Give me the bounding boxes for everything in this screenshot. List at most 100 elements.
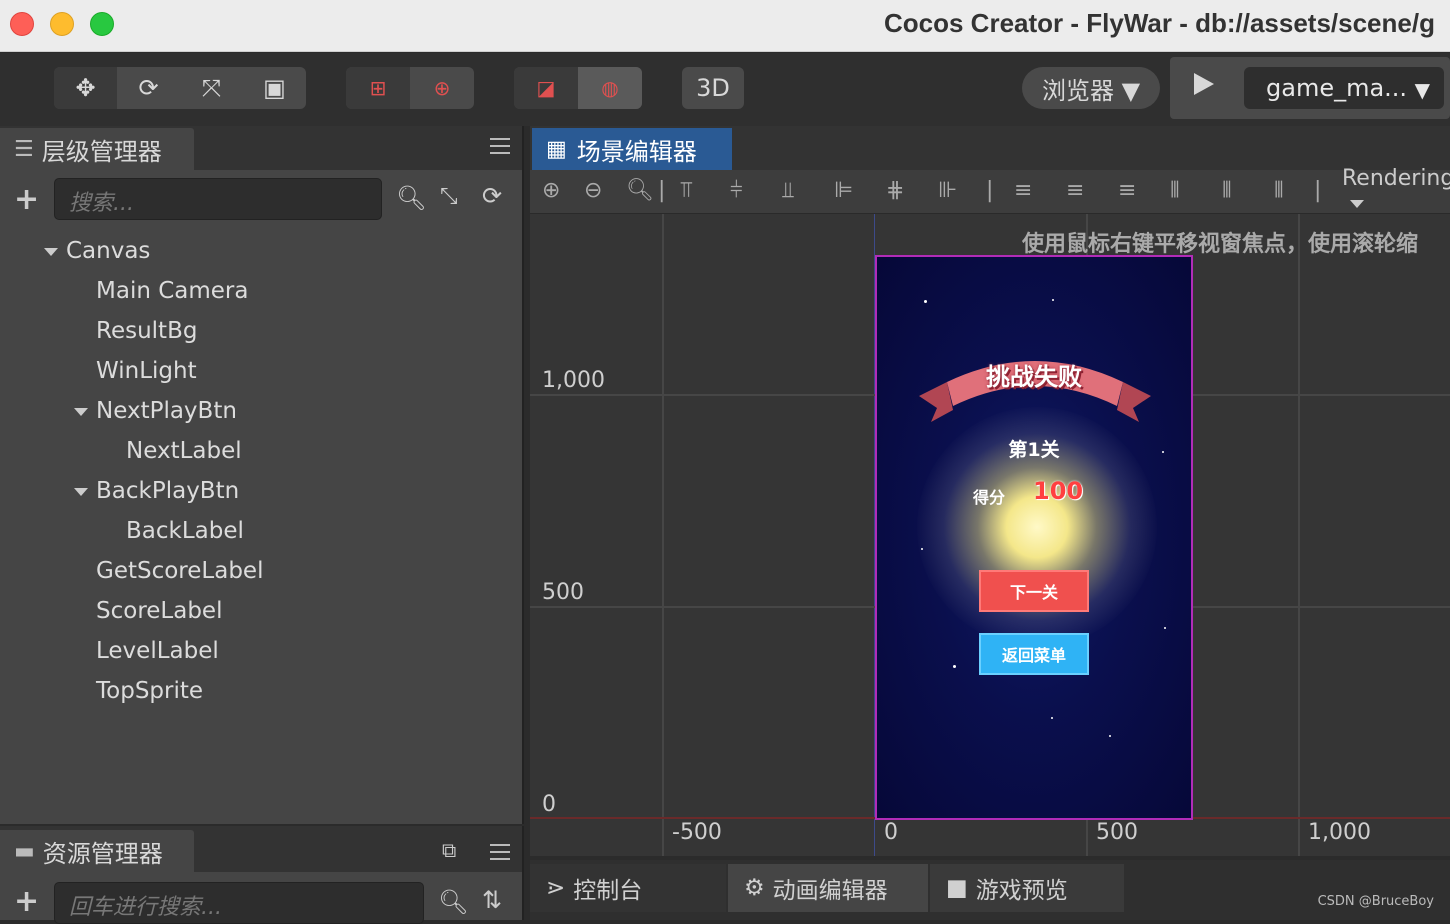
tab-game-preview[interactable]: ■ 游戏预览 <box>930 864 1124 912</box>
distribute-top-icon[interactable]: ≡ <box>1014 178 1032 203</box>
distribute-left-icon[interactable]: ⦀ <box>1170 178 1180 203</box>
global-coord-icon: ◍ <box>601 76 619 100</box>
back-menu-button[interactable]: 返回菜单 <box>979 633 1089 675</box>
local-coord-button[interactable]: ◪ <box>514 67 578 109</box>
window-title: Cocos Creator - FlyWar - db://assets/sce… <box>884 8 1435 38</box>
mode-3d-button[interactable]: 3D <box>682 67 744 109</box>
tree-node[interactable]: GetScoreLabel <box>96 558 263 584</box>
play-icon[interactable] <box>1194 73 1214 95</box>
move-icon: ✥ <box>75 74 96 102</box>
main-toolbar: ✥ ⟳ ⤧ ▣ ⊞ ⊕ ◪ ◍ 3D 浏览器 ▼ game_ma... ▼ <box>0 53 1450 126</box>
minimize-window-button[interactable] <box>50 12 74 36</box>
align-top-icon[interactable]: ⫪ <box>680 178 692 203</box>
star <box>921 548 923 550</box>
x-axis-label: -500 <box>672 820 722 845</box>
coord-tool-group: ◪ ◍ <box>514 67 642 109</box>
align-hcenter-icon[interactable]: ⋕ <box>886 178 904 203</box>
toolbar-divider: | <box>1314 178 1322 203</box>
animation-icon: ⚙ <box>744 875 765 901</box>
tab-animation-editor[interactable]: ⚙ 动画编辑器 <box>728 864 928 912</box>
tree-node[interactable]: BackLabel <box>126 518 244 544</box>
tree-node[interactable]: ScoreLabel <box>96 598 222 624</box>
pivot-button[interactable]: ⊞ <box>346 67 410 109</box>
search-icon[interactable]: 🔍︎ <box>396 184 426 212</box>
move-tool-button[interactable]: ✥ <box>54 67 117 109</box>
viewport-hint: 使用鼠标右键平移视窗焦点，使用滚轮缩 <box>1022 232 1419 257</box>
zoom-in-icon[interactable]: ⊕ <box>542 178 560 203</box>
tree-node[interactable]: Main Camera <box>96 278 248 304</box>
scale-icon: ⤧ <box>201 74 222 102</box>
distribute-hcenter-icon[interactable]: ⦀ <box>1222 178 1232 203</box>
scale-tool-button[interactable]: ⤧ <box>180 67 243 109</box>
tree-node[interactable]: NextLabel <box>126 438 242 464</box>
add-asset-button[interactable]: + <box>14 884 39 919</box>
tab-hierarchy[interactable]: ☰ 层级管理器 <box>0 128 194 170</box>
distribute-right-icon[interactable]: ⦀ <box>1274 178 1284 203</box>
tree-node[interactable]: LevelLabel <box>96 638 219 664</box>
rotate-tool-button[interactable]: ⟳ <box>117 67 180 109</box>
score-label: 100 <box>1033 477 1084 505</box>
assets-search-input[interactable]: 回车进行搜索... <box>54 882 424 924</box>
zoom-reset-icon[interactable]: 🔍︎ <box>626 178 654 203</box>
x-axis-label: 1,000 <box>1308 820 1371 845</box>
rect-icon: ▣ <box>263 74 286 102</box>
tab-scene-editor[interactable]: ▦ 场景编辑器 <box>532 128 732 170</box>
sort-icon[interactable]: ⇅ <box>482 886 502 914</box>
close-window-button[interactable] <box>10 12 34 36</box>
game-canvas[interactable]: 挑战失败 第1关 得分 100 下一关 返回菜单 <box>875 255 1193 820</box>
align-bottom-icon[interactable]: ⫫ <box>782 178 794 203</box>
tree-node[interactable]: ResultBg <box>96 318 197 344</box>
tab-label: 游戏预览 <box>975 878 1068 904</box>
tab-console[interactable]: ⋗ 控制台 <box>530 864 726 912</box>
hierarchy-icon: ☰ <box>14 136 34 162</box>
scene-select[interactable]: game_ma... ▼ <box>1244 67 1444 109</box>
tab-label: 场景编辑器 <box>576 137 697 166</box>
tab-label: 动画编辑器 <box>772 878 888 904</box>
zoom-out-icon[interactable]: ⊖ <box>584 178 602 203</box>
distribute-bottom-icon[interactable]: ≡ <box>1118 178 1136 203</box>
collapse-icon[interactable]: ⤡ <box>440 184 458 209</box>
expand-caret-icon[interactable] <box>74 408 88 416</box>
chevron-down-icon <box>1350 200 1364 208</box>
watermark: CSDN @BruceBoy <box>1317 894 1434 909</box>
y-axis-label: 1,000 <box>542 368 605 393</box>
tree-node[interactable]: WinLight <box>96 358 197 384</box>
result-title: 挑战失败 <box>986 363 1082 391</box>
get-score-label: 得分 <box>973 488 1006 507</box>
tree-node[interactable]: NextPlayBtn <box>96 398 237 424</box>
distribute-vcenter-icon[interactable]: ≡ <box>1066 178 1084 203</box>
align-right-icon[interactable]: ⊪ <box>938 178 957 203</box>
align-left-icon[interactable]: ⊫ <box>834 178 853 203</box>
star <box>953 665 956 668</box>
center-button[interactable]: ⊕ <box>410 67 474 109</box>
rendering-dropdown[interactable]: Rendering <box>1342 166 1450 208</box>
panel-menu-icon[interactable] <box>490 138 510 154</box>
center-icon: ⊕ <box>433 76 451 100</box>
align-vcenter-icon[interactable]: ⫩ <box>730 178 743 203</box>
bottom-tabbar: ⋗ 控制台 ⚙ 动画编辑器 ■ 游戏预览 CSDN @BruceBoy <box>530 860 1450 920</box>
level-label: 第1关 <box>1008 439 1060 461</box>
preview-browser-dropdown[interactable]: 浏览器 ▼ <box>1022 67 1160 109</box>
panel-menu-icon[interactable] <box>490 844 510 860</box>
search-icon[interactable]: 🔍︎ <box>438 888 468 916</box>
expand-caret-icon[interactable] <box>74 488 88 496</box>
title-bar: Cocos Creator - FlyWar - db://assets/sce… <box>0 0 1450 52</box>
zoom-window-button[interactable] <box>90 12 114 36</box>
star <box>1052 299 1054 301</box>
refresh-icon[interactable]: ⟳ <box>482 182 502 210</box>
popout-icon[interactable]: ⧉ <box>442 838 456 862</box>
star <box>924 300 927 303</box>
rect-tool-button[interactable]: ▣ <box>243 67 306 109</box>
add-node-button[interactable]: + <box>14 182 39 217</box>
scene-viewport[interactable]: 使用鼠标右键平移视窗焦点，使用滚轮缩 1,000 500 0 -500 0 50… <box>530 214 1450 856</box>
folder-icon: ▬ <box>14 838 35 864</box>
tree-node[interactable]: BackPlayBtn <box>96 478 239 504</box>
tree-node[interactable]: TopSprite <box>96 678 203 704</box>
tab-assets[interactable]: ▬ 资源管理器 <box>0 830 194 872</box>
x-axis-label: 500 <box>1096 820 1138 845</box>
hierarchy-search-input[interactable]: 搜索... <box>54 178 382 220</box>
global-coord-button[interactable]: ◍ <box>578 67 642 109</box>
tree-node[interactable]: Canvas <box>66 238 150 264</box>
expand-caret-icon[interactable] <box>44 248 58 256</box>
next-level-button[interactable]: 下一关 <box>979 570 1089 612</box>
